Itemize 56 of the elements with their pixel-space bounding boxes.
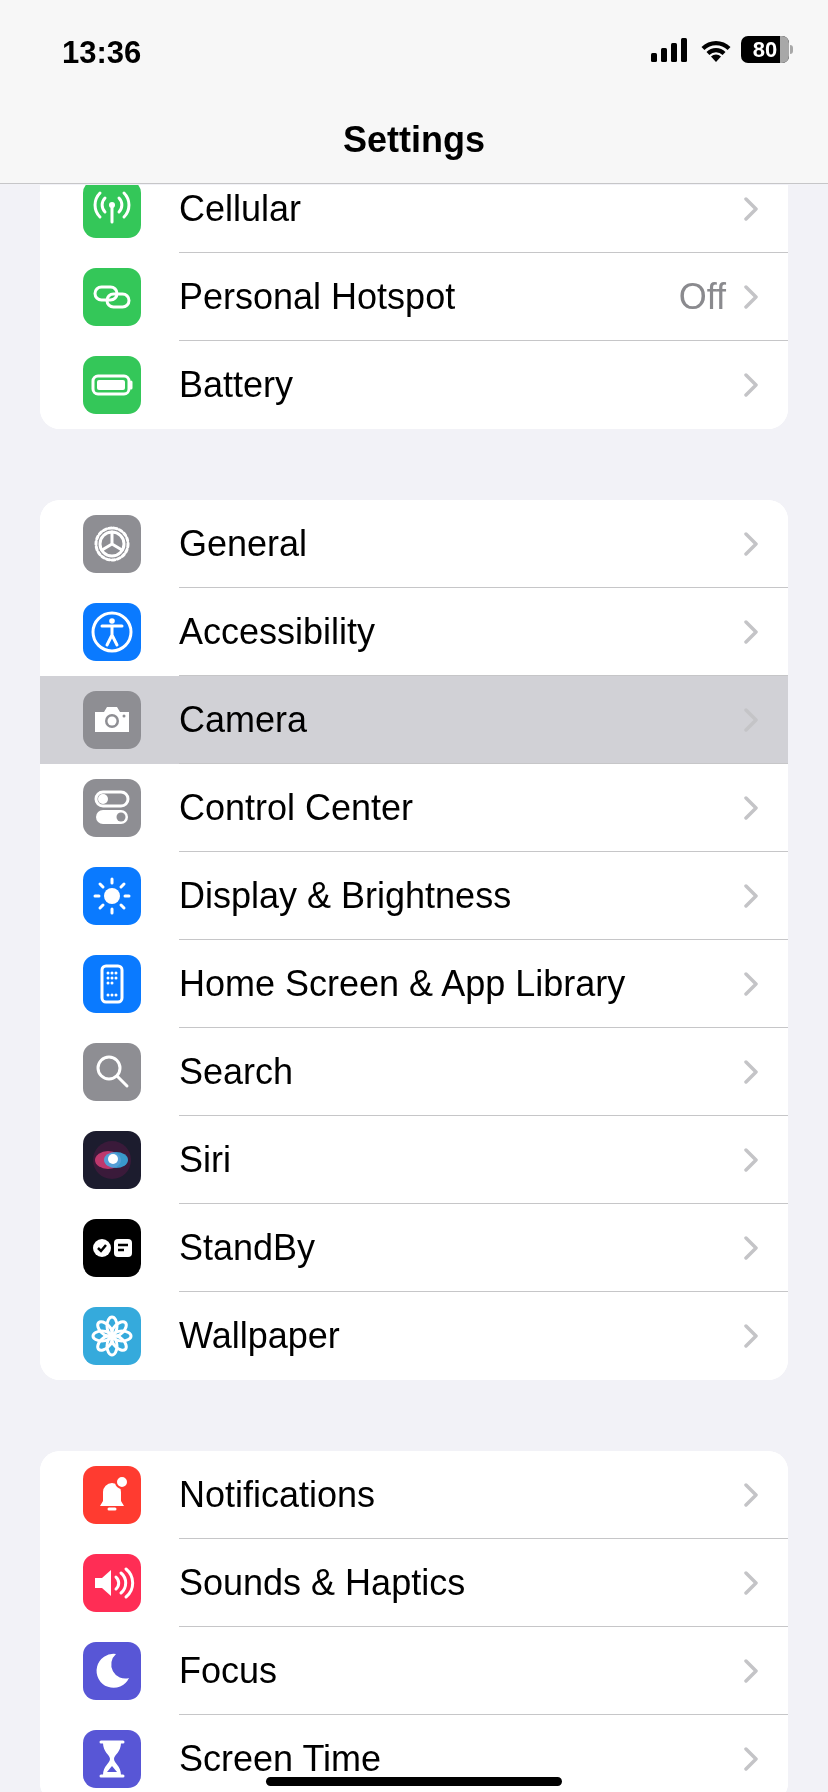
row-label: Accessibility xyxy=(179,613,377,650)
row-label: Personal Hotspot xyxy=(179,278,457,315)
search-icon xyxy=(83,1043,141,1101)
chevron-icon xyxy=(744,1658,758,1683)
battery-level-text: 80 xyxy=(752,38,778,61)
chevron-icon xyxy=(744,1147,758,1172)
chevron-icon xyxy=(744,531,758,556)
chevron-icon xyxy=(744,1570,758,1595)
chevron-icon xyxy=(744,1482,758,1507)
row-label: Notifications xyxy=(179,1476,377,1513)
row-label: Sounds & Haptics xyxy=(179,1564,467,1601)
accessibility-icon xyxy=(83,603,141,661)
clock-time: 13:36 xyxy=(62,34,142,72)
row-label: StandBy xyxy=(179,1229,317,1266)
clock-widget-icon xyxy=(83,1219,141,1277)
settings-row[interactable]: Camera xyxy=(40,676,788,764)
chevron-icon xyxy=(744,1059,758,1084)
row-label: Battery xyxy=(179,367,295,403)
chevron-icon xyxy=(744,1747,758,1771)
signal-icon xyxy=(651,38,687,62)
toggles-icon xyxy=(83,779,141,837)
row-label: Search xyxy=(179,1053,295,1090)
row-label: Wallpaper xyxy=(179,1318,341,1354)
sun-icon xyxy=(83,867,141,925)
page-title: Settings xyxy=(342,118,486,162)
row-label: Screen Time xyxy=(179,1741,383,1777)
gear-icon xyxy=(83,515,141,573)
battery-empty-segment xyxy=(780,36,789,63)
row-label: Focus xyxy=(179,1652,279,1689)
chevron-icon xyxy=(744,619,758,644)
camera-icon xyxy=(83,691,141,749)
row-value: Off xyxy=(678,274,726,319)
bell-icon xyxy=(83,1466,141,1524)
row-label: Camera xyxy=(179,701,309,738)
row-label: Display & Brightness xyxy=(179,877,513,914)
chevron-icon xyxy=(744,1235,758,1260)
row-label: Home Screen & App Library xyxy=(179,965,627,1002)
row-label: Siri xyxy=(179,1141,232,1178)
chevron-icon xyxy=(744,971,758,996)
phone-grid-icon xyxy=(83,955,141,1013)
orb-icon xyxy=(83,1131,141,1189)
link-icon xyxy=(83,268,141,326)
chevron-icon xyxy=(744,373,758,397)
chevron-icon xyxy=(744,284,758,309)
flower-icon xyxy=(83,1307,141,1365)
chevron-icon xyxy=(744,196,758,221)
row-label: Control Center xyxy=(179,789,415,826)
chevron-icon xyxy=(744,795,758,820)
row-label: General xyxy=(179,525,309,562)
chevron-icon xyxy=(744,883,758,908)
speaker-icon xyxy=(83,1554,141,1612)
row-label: Cellular xyxy=(179,190,303,227)
chevron-icon xyxy=(744,1324,758,1348)
battery-icon xyxy=(83,356,141,414)
moon-icon xyxy=(83,1642,141,1700)
hourglass-icon xyxy=(83,1730,141,1788)
